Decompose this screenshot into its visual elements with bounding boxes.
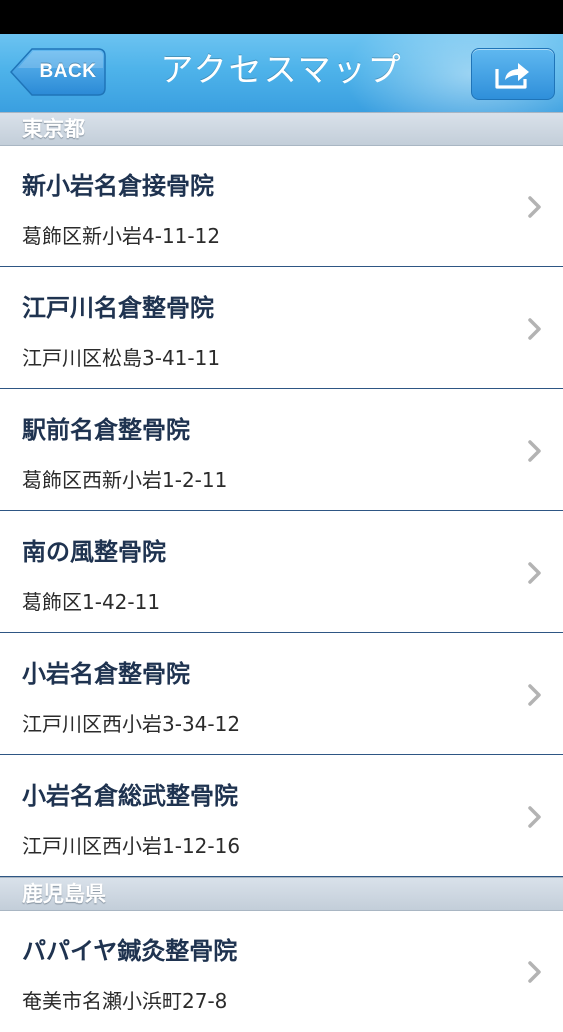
clinic-name: 駅前名倉整骨院	[22, 416, 190, 444]
section-header-tokyo: 東京都	[0, 112, 563, 146]
section-header-kagoshima: 鹿児島県	[0, 877, 563, 911]
share-button[interactable]	[471, 48, 555, 100]
clinic-name: パパイヤ鍼灸整骨院	[22, 937, 238, 965]
chevron-right-icon	[528, 562, 541, 584]
section-header-label: 東京都	[22, 117, 85, 141]
list-item[interactable]: パパイヤ鍼灸整骨院 奄美市名瀬小浜町27-8	[0, 911, 563, 1032]
clinic-address: 江戸川区松島3-41-11	[22, 346, 221, 370]
share-icon	[495, 63, 529, 89]
chevron-right-icon	[528, 961, 541, 983]
clinic-address: 江戸川区西小岩1-12-16	[22, 834, 241, 858]
clinic-name: 小岩名倉整骨院	[22, 660, 190, 688]
clinic-address: 葛飾区西新小岩1-2-11	[22, 468, 228, 492]
chevron-right-icon	[528, 806, 541, 828]
clinic-name: 小岩名倉総武整骨院	[22, 782, 238, 810]
section-header-label: 鹿児島県	[22, 882, 106, 906]
list-item[interactable]: 江戸川名倉整骨院 江戸川区松島3-41-11	[0, 268, 563, 389]
clinic-address: 葛飾区新小岩4-11-12	[22, 224, 221, 248]
chevron-right-icon	[528, 440, 541, 462]
back-button-label: BACK	[39, 61, 97, 82]
back-button[interactable]: BACK	[10, 48, 106, 96]
chevron-right-icon	[528, 196, 541, 218]
list-item[interactable]: 新小岩名倉接骨院 葛飾区新小岩4-11-12	[0, 146, 563, 267]
clinic-address: 江戸川区西小岩3-34-12	[22, 712, 241, 736]
clinic-address: 葛飾区1-42-11	[22, 590, 161, 614]
page-title: アクセスマップ	[160, 50, 403, 89]
chevron-right-icon	[528, 684, 541, 706]
clinic-name: 新小岩名倉接骨院	[22, 172, 214, 200]
navigation-bar: BACK アクセスマップ	[0, 34, 563, 112]
status-bar	[0, 0, 563, 34]
list-item[interactable]: 小岩名倉整骨院 江戸川区西小岩3-34-12	[0, 634, 563, 755]
list-item[interactable]: 小岩名倉総武整骨院 江戸川区西小岩1-12-16	[0, 756, 563, 877]
list-item[interactable]: 駅前名倉整骨院 葛飾区西新小岩1-2-11	[0, 390, 563, 511]
clinic-name: 江戸川名倉整骨院	[22, 294, 214, 322]
list-item[interactable]: 南の風整骨院 葛飾区1-42-11	[0, 512, 563, 633]
chevron-right-icon	[528, 318, 541, 340]
clinic-name: 南の風整骨院	[22, 538, 166, 566]
